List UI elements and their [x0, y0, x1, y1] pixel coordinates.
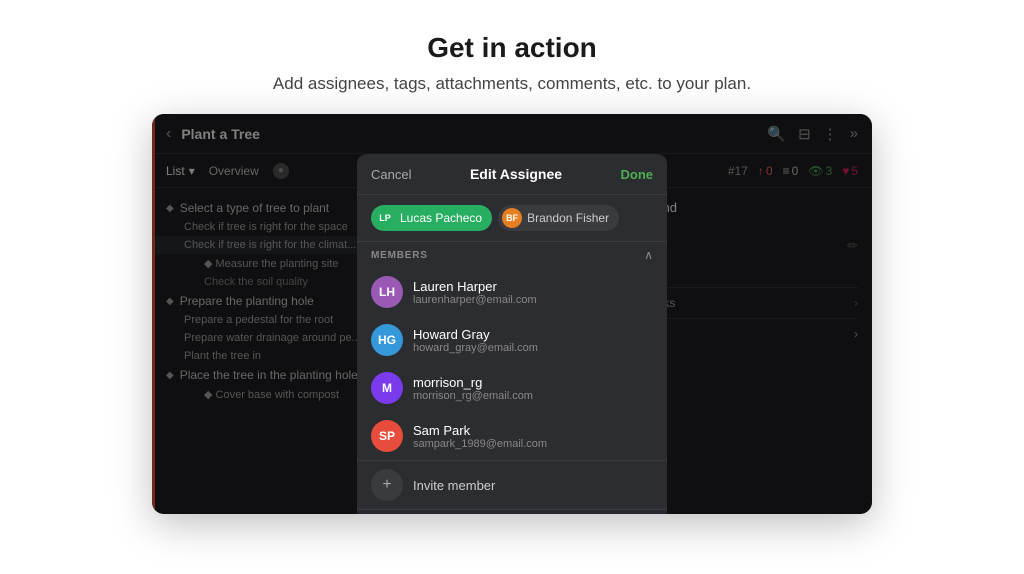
- avatar-howard: HG: [371, 324, 403, 356]
- member-row-morrison[interactable]: M morrison_rg morrison_rg@email.com: [357, 364, 667, 412]
- page-title: Get in action: [20, 32, 1004, 64]
- member-name-lauren: Lauren Harper: [413, 279, 653, 294]
- avatar-lauren: LH: [371, 276, 403, 308]
- member-name-howard: Howard Gray: [413, 327, 653, 342]
- assignee-name-lucas: Lucas Pacheco: [400, 211, 482, 225]
- member-email-morrison: morrison_rg@email.com: [413, 390, 653, 402]
- assignee-chips: LP Lucas Pacheco BF Brandon Fisher: [357, 195, 667, 242]
- member-info-sam: Sam Park sampark_1989@email.com: [413, 423, 653, 450]
- modal-title: Edit Assignee: [470, 166, 562, 182]
- modal-cancel-button[interactable]: Cancel: [371, 167, 411, 182]
- members-section-header: MEMBERS ∧: [357, 242, 667, 268]
- edit-assignee-modal: Cancel Edit Assignee Done LP Lucas Pache…: [357, 154, 667, 514]
- member-info-howard: Howard Gray howard_gray@email.com: [413, 327, 653, 354]
- modal-overlay: Cancel Edit Assignee Done LP Lucas Pache…: [152, 114, 872, 514]
- member-email-lauren: laurenharper@email.com: [413, 294, 653, 306]
- page-subtitle: Add assignees, tags, attachments, commen…: [20, 74, 1004, 94]
- assignee-chip-lucas[interactable]: LP Lucas Pacheco: [371, 205, 492, 231]
- avatar-brandon: BF: [502, 208, 522, 228]
- member-row-howard[interactable]: HG Howard Gray howard_gray@email.com: [357, 316, 667, 364]
- avatar-morrison: M: [371, 372, 403, 404]
- external-teams-section: EXTERNAL TEAMS ∧ You can outsource a tas…: [357, 509, 667, 514]
- member-name-sam: Sam Park: [413, 423, 653, 438]
- invite-label: Invite member: [413, 478, 495, 493]
- assignee-name-brandon: Brandon Fisher: [527, 211, 609, 225]
- modal-done-button[interactable]: Done: [621, 167, 654, 182]
- collapse-members-icon[interactable]: ∧: [644, 248, 653, 262]
- member-info-morrison: morrison_rg morrison_rg@email.com: [413, 375, 653, 402]
- assignee-chip-brandon[interactable]: BF Brandon Fisher: [498, 205, 619, 231]
- member-info-lauren: Lauren Harper laurenharper@email.com: [413, 279, 653, 306]
- members-section-label: MEMBERS: [371, 250, 428, 261]
- member-name-morrison: morrison_rg: [413, 375, 653, 390]
- app-window: ‹ Plant a Tree 🔍 ⊟ ⋮ » List ▾ Overview ●…: [152, 114, 872, 514]
- avatar-lucas: LP: [375, 208, 395, 228]
- external-teams-header: EXTERNAL TEAMS ∧: [357, 510, 667, 514]
- avatar-sam: SP: [371, 420, 403, 452]
- member-email-howard: howard_gray@email.com: [413, 342, 653, 354]
- member-row-sam[interactable]: SP Sam Park sampark_1989@email.com: [357, 412, 667, 460]
- member-row-lauren[interactable]: LH Lauren Harper laurenharper@email.com: [357, 268, 667, 316]
- invite-icon: +: [371, 469, 403, 501]
- modal-header: Cancel Edit Assignee Done: [357, 154, 667, 195]
- invite-member-row[interactable]: + Invite member: [357, 460, 667, 509]
- member-email-sam: sampark_1989@email.com: [413, 438, 653, 450]
